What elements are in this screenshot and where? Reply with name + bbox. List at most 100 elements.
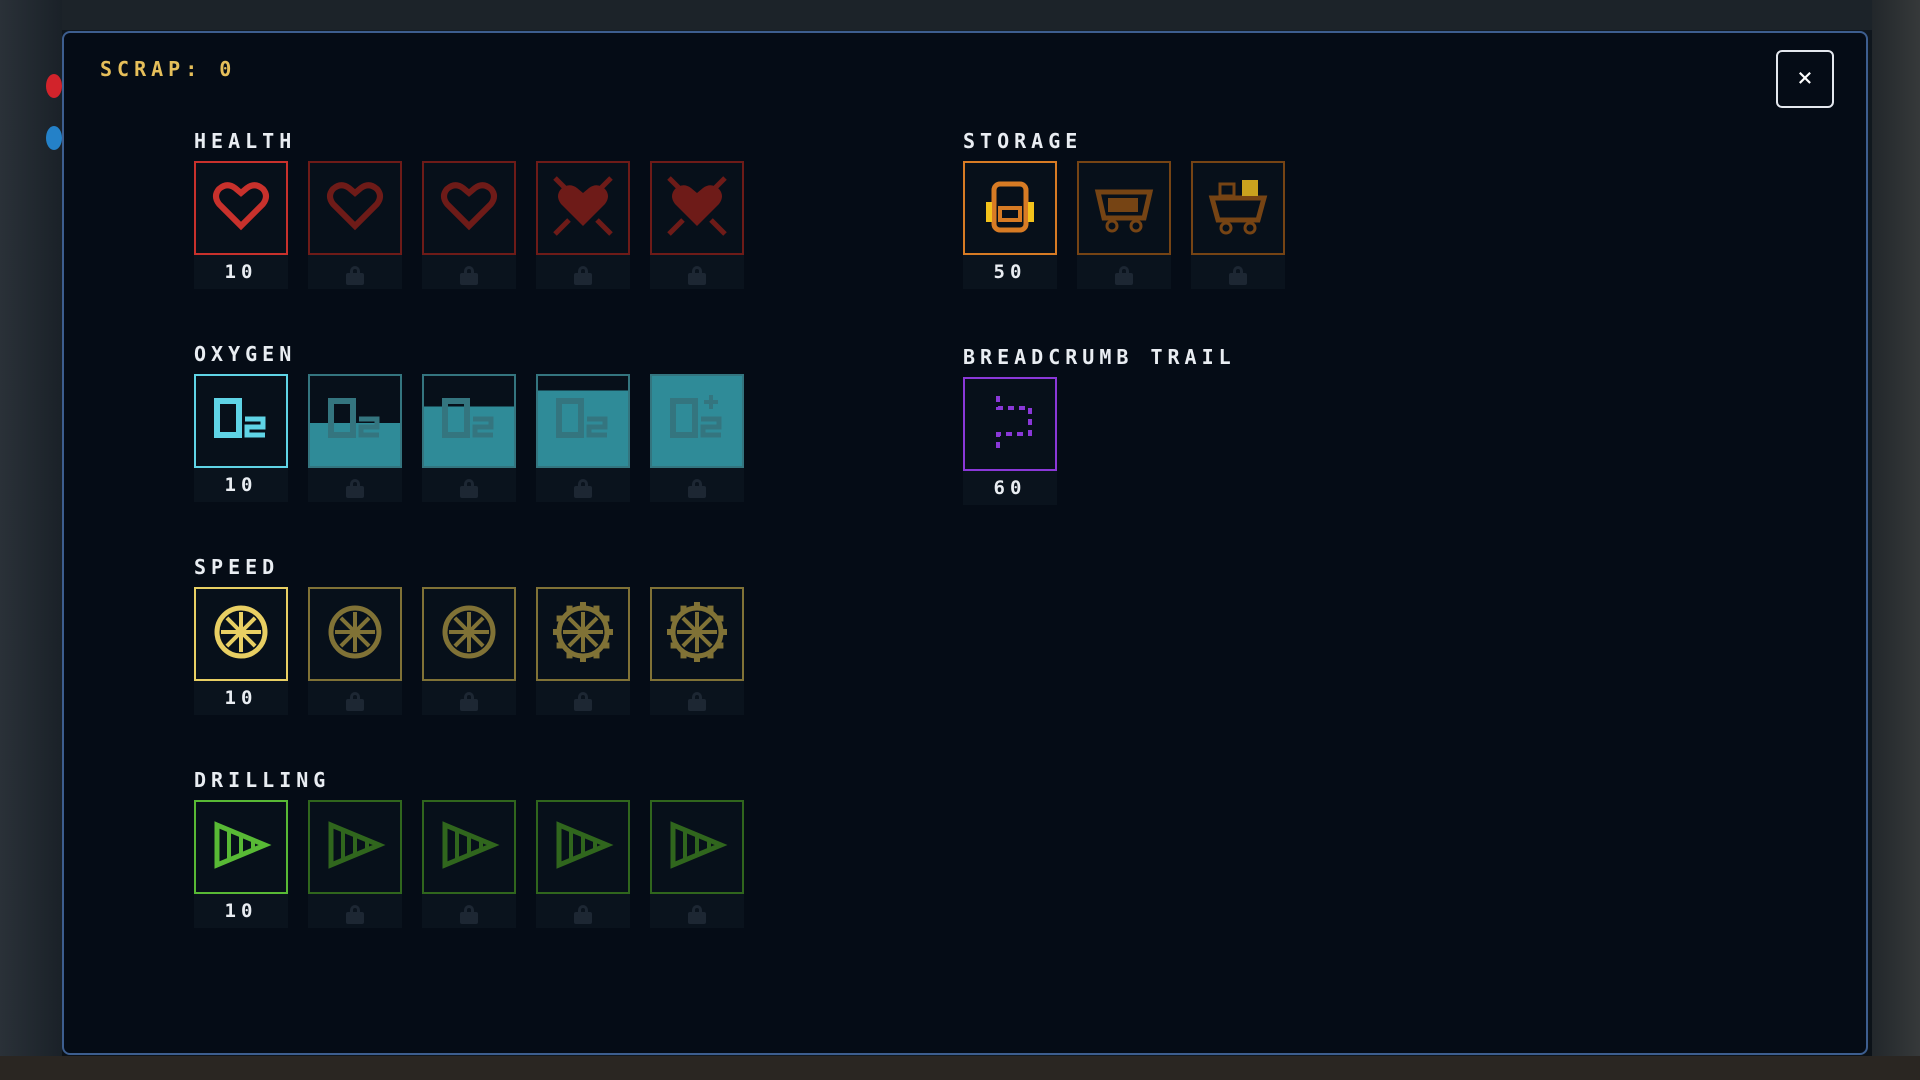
upgrade-health-level-3[interactable] bbox=[422, 161, 516, 289]
upgrade-drilling-tile-2[interactable] bbox=[308, 800, 402, 894]
upgrade-drilling-tile-5[interactable] bbox=[650, 800, 744, 894]
cost-label: 10 bbox=[194, 894, 288, 928]
upgrade-oxygen-tile-1[interactable] bbox=[194, 374, 288, 468]
group-drilling: DRILLING 10 bbox=[194, 768, 744, 928]
lock-slot bbox=[1191, 255, 1285, 289]
upgrade-drilling-tile-1[interactable] bbox=[194, 800, 288, 894]
drill-icon bbox=[209, 813, 273, 881]
lock-slot bbox=[422, 681, 516, 715]
upgrade-health-tile-3[interactable] bbox=[422, 161, 516, 255]
upgrade-storage-level-2[interactable] bbox=[1077, 161, 1171, 289]
group-title-breadcrumb-trail: BREADCRUMB TRAIL bbox=[963, 345, 1236, 369]
lock-icon bbox=[574, 692, 592, 711]
upgrade-drilling-level-2[interactable] bbox=[308, 800, 402, 928]
upgrade-health-tile-5[interactable] bbox=[650, 161, 744, 255]
cost-label: 60 bbox=[963, 471, 1057, 505]
group-title-storage: STORAGE bbox=[963, 129, 1083, 153]
group-storage: STORAGE 50 bbox=[963, 129, 1285, 289]
cost-label: 10 bbox=[194, 255, 288, 289]
close-button[interactable]: × bbox=[1776, 50, 1834, 108]
lock-icon bbox=[574, 905, 592, 924]
o2-icon bbox=[551, 387, 615, 455]
lock-slot bbox=[422, 894, 516, 928]
group-speed: SPEED 10 bbox=[194, 555, 744, 715]
upgrade-speed-tile-3[interactable] bbox=[422, 587, 516, 681]
heart-burst-icon bbox=[665, 174, 729, 242]
group-title-speed: SPEED bbox=[194, 555, 280, 579]
drill-icon bbox=[323, 813, 387, 881]
lock-slot bbox=[308, 255, 402, 289]
upgrade-speed-tile-1[interactable] bbox=[194, 587, 288, 681]
lock-icon bbox=[460, 479, 478, 498]
upgrade-health-tile-4[interactable] bbox=[536, 161, 630, 255]
red-indicator-dot bbox=[46, 74, 62, 98]
tiles-breadcrumb-trail: 60 bbox=[963, 377, 1236, 505]
lock-slot bbox=[536, 468, 630, 502]
drill-icon bbox=[437, 813, 501, 881]
upgrade-oxygen-tile-2[interactable] bbox=[308, 374, 402, 468]
gear-wheel-icon bbox=[551, 600, 615, 668]
lock-icon bbox=[574, 266, 592, 285]
upgrade-health-tile-2[interactable] bbox=[308, 161, 402, 255]
lock-slot bbox=[536, 255, 630, 289]
upgrade-drilling-level-4[interactable] bbox=[536, 800, 630, 928]
lock-slot bbox=[308, 681, 402, 715]
upgrade-speed-tile-2[interactable] bbox=[308, 587, 402, 681]
upgrade-drilling-tile-3[interactable] bbox=[422, 800, 516, 894]
upgrade-drilling-level-1[interactable]: 10 bbox=[194, 800, 288, 928]
group-health: HEALTH 10 bbox=[194, 129, 744, 289]
upgrade-oxygen-level-1[interactable]: 10 bbox=[194, 374, 288, 502]
upgrade-speed-level-3[interactable] bbox=[422, 587, 516, 715]
upgrade-speed-level-1[interactable]: 10 bbox=[194, 587, 288, 715]
lock-icon bbox=[688, 905, 706, 924]
group-title-drilling: DRILLING bbox=[194, 768, 331, 792]
upgrade-oxygen-tile-3[interactable] bbox=[422, 374, 516, 468]
upgrade-storage-tile-3[interactable] bbox=[1191, 161, 1285, 255]
upgrade-health-level-4[interactable] bbox=[536, 161, 630, 289]
trail-path-icon bbox=[978, 390, 1042, 458]
loaded-cart-icon bbox=[1206, 174, 1270, 242]
upgrade-oxygen-tile-5[interactable] bbox=[650, 374, 744, 468]
upgrade-oxygen-tile-4[interactable] bbox=[536, 374, 630, 468]
upgrade-speed-tile-5[interactable] bbox=[650, 587, 744, 681]
upgrade-speed-level-2[interactable] bbox=[308, 587, 402, 715]
lock-slot bbox=[650, 468, 744, 502]
lock-icon bbox=[574, 479, 592, 498]
upgrade-drilling-level-5[interactable] bbox=[650, 800, 744, 928]
drill-icon bbox=[551, 813, 615, 881]
heart-icon bbox=[323, 174, 387, 242]
cost-label: 10 bbox=[194, 681, 288, 715]
group-oxygen: OXYGEN 10 bbox=[194, 342, 744, 502]
upgrade-storage-tile-1[interactable] bbox=[963, 161, 1057, 255]
lock-icon bbox=[346, 479, 364, 498]
upgrade-speed-tile-4[interactable] bbox=[536, 587, 630, 681]
upgrade-health-level-5[interactable] bbox=[650, 161, 744, 289]
upgrade-drilling-tile-4[interactable] bbox=[536, 800, 630, 894]
heart-icon bbox=[437, 174, 501, 242]
upgrade-speed-level-4[interactable] bbox=[536, 587, 630, 715]
upgrade-oxygen-level-4[interactable] bbox=[536, 374, 630, 502]
upgrade-storage-level-3[interactable] bbox=[1191, 161, 1285, 289]
upgrade-breadcrumb-level-1[interactable]: 60 bbox=[963, 377, 1057, 505]
upgrade-storage-level-1[interactable]: 50 bbox=[963, 161, 1057, 289]
o2-plus-icon bbox=[665, 387, 729, 455]
upgrade-oxygen-level-3[interactable] bbox=[422, 374, 516, 502]
upgrade-health-level-1[interactable]: 10 bbox=[194, 161, 288, 289]
lock-icon bbox=[346, 266, 364, 285]
upgrade-speed-level-5[interactable] bbox=[650, 587, 744, 715]
upgrade-oxygen-level-2[interactable] bbox=[308, 374, 402, 502]
upgrade-storage-tile-2[interactable] bbox=[1077, 161, 1171, 255]
lock-slot bbox=[308, 894, 402, 928]
lock-icon bbox=[1229, 266, 1247, 285]
lock-slot bbox=[536, 681, 630, 715]
heart-icon bbox=[209, 174, 273, 242]
upgrade-breadcrumb-tile-1[interactable] bbox=[963, 377, 1057, 471]
upgrade-panel: SCRAP: 0 × HEALTH 10 OXYGEN 10 SPEED 10 … bbox=[62, 31, 1868, 1055]
lock-icon bbox=[460, 692, 478, 711]
wheel-icon bbox=[209, 600, 273, 668]
upgrade-drilling-level-3[interactable] bbox=[422, 800, 516, 928]
cost-label: 10 bbox=[194, 468, 288, 502]
upgrade-health-tile-1[interactable] bbox=[194, 161, 288, 255]
upgrade-oxygen-level-5[interactable] bbox=[650, 374, 744, 502]
upgrade-health-level-2[interactable] bbox=[308, 161, 402, 289]
